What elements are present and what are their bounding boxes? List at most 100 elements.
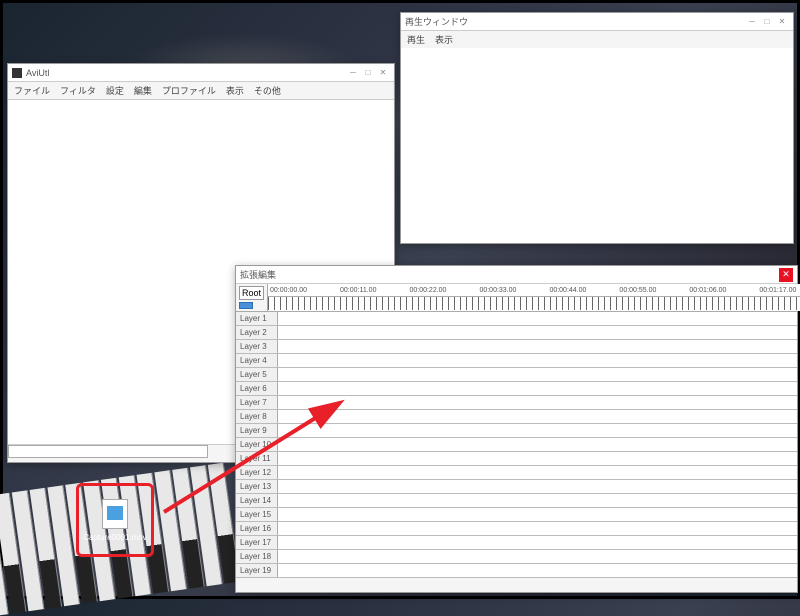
timecode: 00:00:44.00 [549, 287, 586, 294]
layer-label[interactable]: Layer 16 [236, 522, 278, 535]
layer-label[interactable]: Layer 5 [236, 368, 278, 381]
layer-row[interactable]: Layer 6 [236, 382, 797, 396]
aviutl-menubar[interactable]: ファイル フィルタ 設定 編集 プロファイル 表示 その他 [8, 82, 394, 99]
layer-label[interactable]: Layer 11 [236, 452, 278, 465]
layer-row[interactable]: Layer 1 [236, 312, 797, 326]
layer-label[interactable]: Layer 3 [236, 340, 278, 353]
timeline-body[interactable]: Layer 1Layer 2Layer 3Layer 4Layer 5Layer… [236, 312, 797, 578]
layer-track[interactable] [278, 564, 797, 577]
layer-row[interactable]: Layer 10 [236, 438, 797, 452]
layer-row[interactable]: Layer 19 [236, 564, 797, 578]
layer-track[interactable] [278, 354, 797, 367]
layer-track[interactable] [278, 438, 797, 451]
timeline-ticks[interactable] [268, 296, 800, 310]
layer-track[interactable] [278, 494, 797, 507]
layer-label[interactable]: Layer 18 [236, 550, 278, 563]
playback-window[interactable]: 再生ウィンドウ ─ □ ✕ 再生 表示 [400, 12, 794, 244]
close-button[interactable]: ✕ [775, 15, 789, 29]
layer-row[interactable]: Layer 9 [236, 424, 797, 438]
aviutl-seekbar[interactable] [8, 445, 208, 458]
layer-label[interactable]: Layer 17 [236, 536, 278, 549]
timeline-titlebar[interactable]: 拡張編集 ✕ [236, 266, 797, 284]
layer-track[interactable] [278, 340, 797, 353]
layer-row[interactable]: Layer 2 [236, 326, 797, 340]
layer-row[interactable]: Layer 5 [236, 368, 797, 382]
layer-row[interactable]: Layer 4 [236, 354, 797, 368]
layer-track[interactable] [278, 368, 797, 381]
layer-label[interactable]: Layer 8 [236, 410, 278, 423]
video-file-icon[interactable] [102, 499, 128, 529]
layer-row[interactable]: Layer 17 [236, 536, 797, 550]
layer-label[interactable]: Layer 15 [236, 508, 278, 521]
minimize-button[interactable]: ─ [346, 66, 360, 80]
layer-track[interactable] [278, 466, 797, 479]
menu-filter[interactable]: フィルタ [60, 84, 96, 97]
layer-track[interactable] [278, 424, 797, 437]
menu-play[interactable]: 再生 [407, 33, 425, 46]
layer-track[interactable] [278, 522, 797, 535]
playback-preview-area [401, 48, 793, 243]
layer-track[interactable] [278, 536, 797, 549]
layer-row[interactable]: Layer 3 [236, 340, 797, 354]
timeline-window[interactable]: 拡張編集 ✕ Root 00:00:00.00 00:00:11.00 00:0… [235, 265, 798, 593]
layer-row[interactable]: Layer 18 [236, 550, 797, 564]
timeline-cursor-indicator[interactable] [236, 301, 267, 311]
menu-edit[interactable]: 編集 [134, 84, 152, 97]
layer-row[interactable]: Layer 7 [236, 396, 797, 410]
menu-file[interactable]: ファイル [14, 84, 50, 97]
aviutl-title: AviUtl [26, 68, 49, 78]
layer-label[interactable]: Layer 2 [236, 326, 278, 339]
layer-label[interactable]: Layer 1 [236, 312, 278, 325]
layer-label[interactable]: Layer 4 [236, 354, 278, 367]
timecode: 00:00:22.00 [409, 287, 446, 294]
layer-label[interactable]: Layer 10 [236, 438, 278, 451]
menu-other[interactable]: その他 [254, 84, 281, 97]
aviutl-titlebar[interactable]: AviUtl ─ □ ✕ [8, 64, 394, 82]
menu-view[interactable]: 表示 [226, 84, 244, 97]
menu-settings[interactable]: 設定 [106, 84, 124, 97]
timeline-title: 拡張編集 [240, 268, 276, 281]
layer-track[interactable] [278, 550, 797, 563]
layer-label[interactable]: Layer 13 [236, 480, 278, 493]
layer-row[interactable]: Layer 14 [236, 494, 797, 508]
layer-label[interactable]: Layer 7 [236, 396, 278, 409]
root-button[interactable]: Root [239, 286, 264, 300]
layer-track[interactable] [278, 396, 797, 409]
layer-label[interactable]: Layer 14 [236, 494, 278, 507]
close-button[interactable]: ✕ [376, 66, 390, 80]
layer-track[interactable] [278, 382, 797, 395]
layer-row[interactable]: Layer 13 [236, 480, 797, 494]
minimize-button[interactable]: ─ [745, 15, 759, 29]
layer-track[interactable] [278, 480, 797, 493]
playback-titlebar[interactable]: 再生ウィンドウ ─ □ ✕ [401, 13, 793, 31]
maximize-button[interactable]: □ [361, 66, 375, 80]
layer-track[interactable] [278, 326, 797, 339]
menu-view[interactable]: 表示 [435, 33, 453, 46]
menu-profile[interactable]: プロファイル [162, 84, 216, 97]
layer-row[interactable]: Layer 15 [236, 508, 797, 522]
layer-track[interactable] [278, 452, 797, 465]
layer-track[interactable] [278, 410, 797, 423]
timecode: 00:00:00.00 [270, 287, 307, 294]
timeline-timecodes: 00:00:00.00 00:00:11.00 00:00:22.00 00:0… [268, 284, 800, 296]
layer-label[interactable]: Layer 6 [236, 382, 278, 395]
layer-label[interactable]: Layer 19 [236, 564, 278, 577]
layer-label[interactable]: Layer 12 [236, 466, 278, 479]
timeline-cursor[interactable] [239, 302, 253, 309]
layer-track[interactable] [278, 508, 797, 521]
layer-label[interactable]: Layer 9 [236, 424, 278, 437]
timecode: 00:00:11.00 [340, 287, 376, 294]
layer-track[interactable] [278, 312, 797, 325]
close-button[interactable]: ✕ [779, 268, 793, 282]
playback-menubar[interactable]: 再生 表示 [401, 31, 793, 48]
layer-row[interactable]: Layer 8 [236, 410, 797, 424]
layer-row[interactable]: Layer 16 [236, 522, 797, 536]
timecode: 00:01:06.00 [689, 287, 726, 294]
layer-row[interactable]: Layer 11 [236, 452, 797, 466]
video-file-label: Capture0001.mov [83, 533, 147, 542]
maximize-button[interactable]: □ [760, 15, 774, 29]
timeline-ruler[interactable]: 00:00:00.00 00:00:11.00 00:00:22.00 00:0… [268, 284, 800, 311]
timeline-root-column: Root [236, 284, 268, 311]
playback-title: 再生ウィンドウ [405, 15, 468, 28]
layer-row[interactable]: Layer 12 [236, 466, 797, 480]
